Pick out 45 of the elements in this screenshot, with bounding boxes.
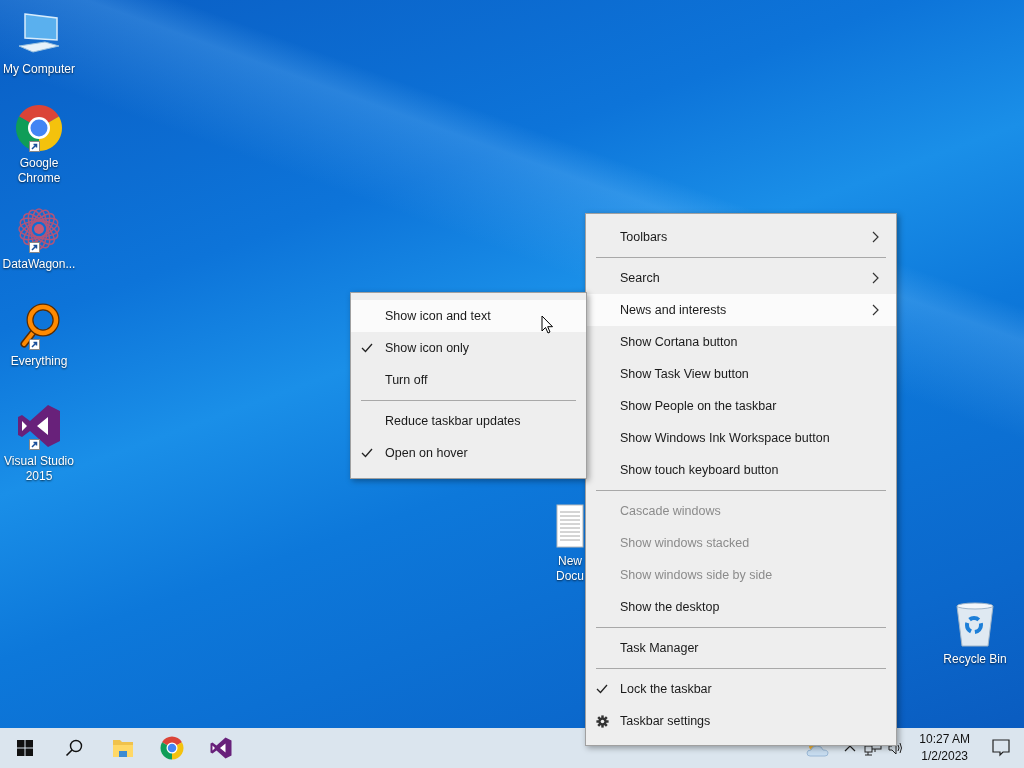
menu-item[interactable]: Reduce taskbar updates [351,405,586,437]
icon-label: Google Chrome [16,156,62,186]
infinity-bow-icon[interactable] [208,736,233,760]
infinity-bow-icon [15,402,63,450]
icon-label: Everything [10,354,68,369]
icon-label: New Docu [555,554,585,584]
menu-item[interactable]: Show icon and text [351,300,586,332]
shortcut-arrow-icon [29,339,40,350]
menu-item[interactable]: Show icon only [351,332,586,364]
chrome-icon[interactable] [159,736,184,760]
menu-item[interactable]: Show touch keyboard button [586,454,896,486]
menu-item[interactable]: Show People on the taskbar [586,390,896,422]
menu-item[interactable]: Show Cortana button [586,326,896,358]
menu-item[interactable]: Show the desktop [586,591,896,623]
chevron-up-icon[interactable] [843,744,856,752]
shortcut-arrow-icon [29,439,40,450]
cursor-icon [541,315,554,334]
menu-item[interactable]: Task Manager [586,632,896,664]
menu-item[interactable]: Lock the taskbar [586,673,896,705]
menu-item[interactable]: Search [586,262,896,294]
chrome-icon [15,104,63,152]
start-icon[interactable] [16,740,33,756]
menu-item[interactable]: Turn off [351,364,586,396]
icon-label: DataWagon... [2,257,76,272]
menu-item[interactable]: Open on hover [351,437,586,469]
clock-time[interactable]: 10:27 AM [919,731,970,748]
shortcut-arrow-icon [29,141,40,152]
folder-icon[interactable] [111,738,134,758]
chevron-right-icon [872,304,879,316]
menu-item[interactable]: Show Task View button [586,358,896,390]
chevron-right-icon [872,231,879,243]
chevron-right-icon [872,272,879,284]
menu-item[interactable]: Show Windows Ink Workspace button [586,422,896,454]
menu-item[interactable]: Taskbar settings [586,705,896,737]
search-icon[interactable] [64,739,83,757]
speech-bubble-icon[interactable] [992,739,1010,757]
icon-label: Recycle Bin [943,652,1007,667]
icon-label: My Computer [3,62,75,77]
menu-item[interactable]: Toolbars [586,221,896,253]
clock-date[interactable]: 1/2/2023 [921,748,968,765]
icon-label: Visual Studio 2015 [3,454,75,484]
gear-icon [595,714,609,728]
menu-item[interactable]: News and interests [586,294,896,326]
speaker-icon[interactable] [887,741,904,755]
shortcut-arrow-icon [29,242,40,253]
